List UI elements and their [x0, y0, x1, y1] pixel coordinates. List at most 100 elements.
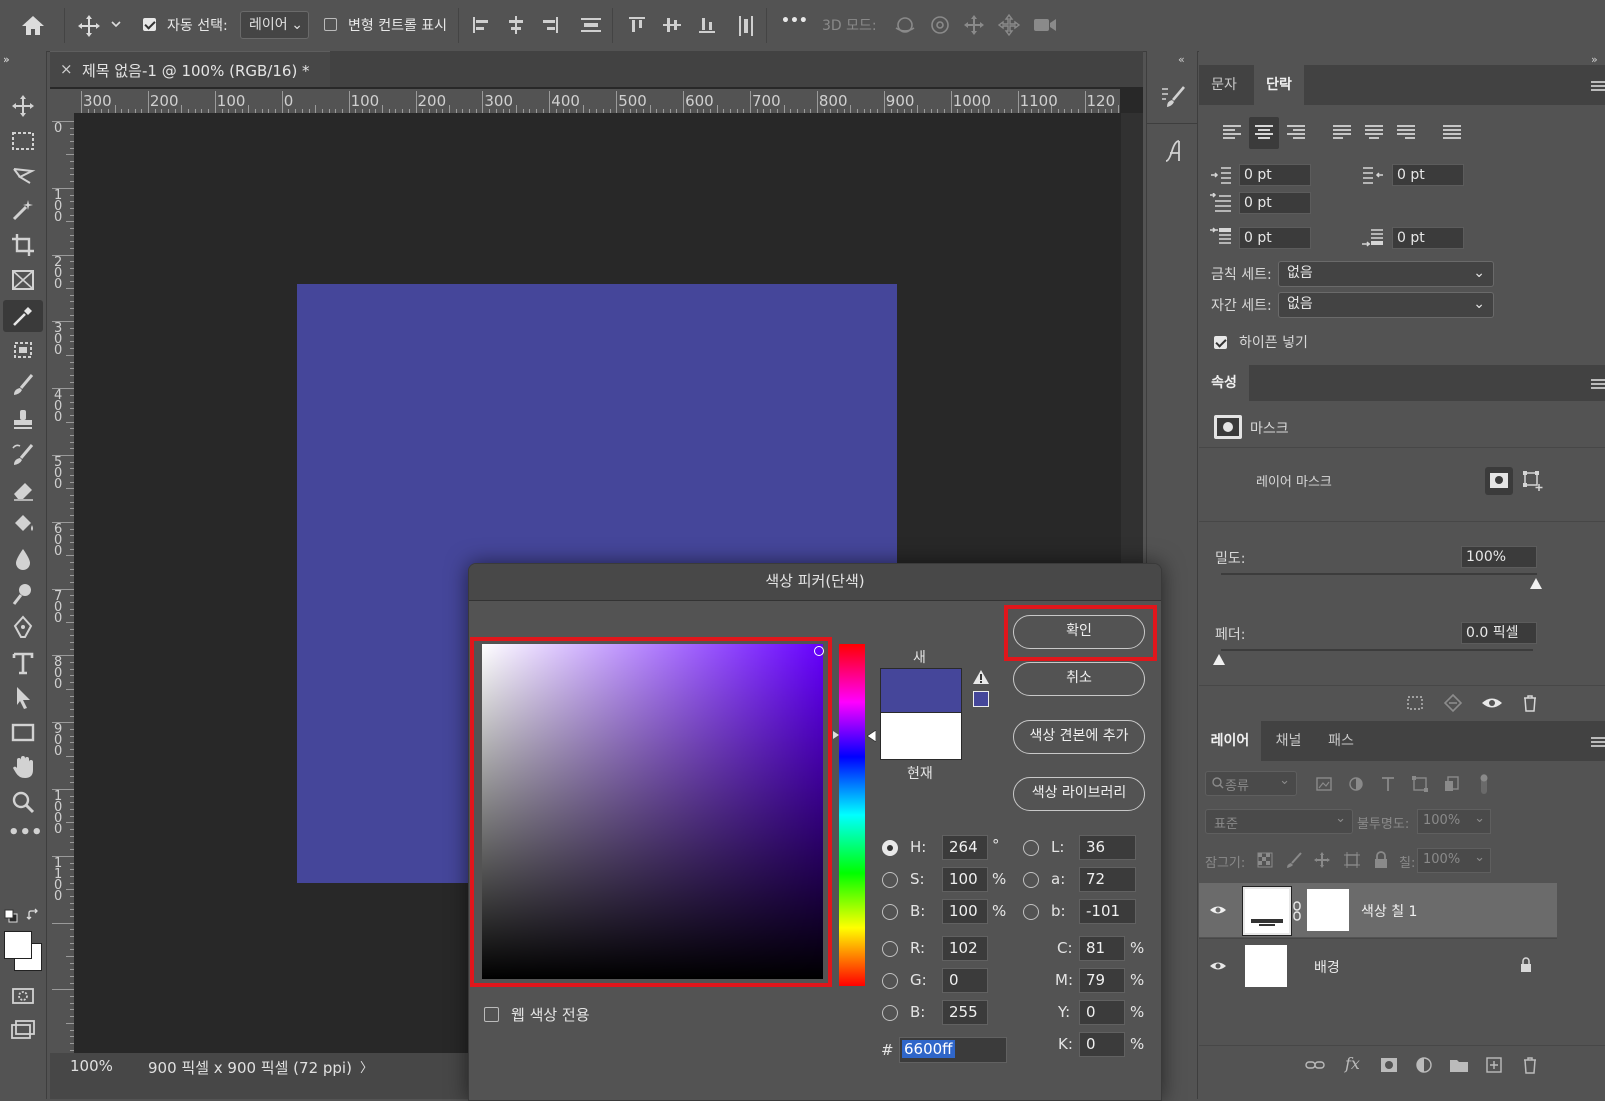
pen-icon[interactable] [8, 613, 38, 643]
quick-mask-icon[interactable] [8, 981, 38, 1011]
align-left-icon[interactable] [471, 15, 491, 35]
marquee-icon[interactable] [8, 126, 38, 156]
brush-icon[interactable] [8, 370, 38, 400]
hue-radio[interactable] [882, 840, 898, 856]
indent-first-line-field[interactable]: 0 pt [1239, 192, 1311, 214]
paint-bucket-icon[interactable] [8, 509, 38, 539]
color-libraries-button[interactable]: 색상 라이브러리 [1013, 777, 1145, 811]
hue-slider-right-arrow[interactable] [867, 730, 876, 742]
filter-shape-icon[interactable] [1411, 775, 1429, 793]
patch-icon[interactable] [8, 335, 38, 365]
red-radio[interactable] [882, 941, 898, 957]
filter-toggle-icon[interactable] [1479, 773, 1489, 795]
eye-icon[interactable] [1209, 958, 1227, 974]
fill-layer-thumbnail[interactable] [1243, 887, 1291, 935]
distribute-v-icon[interactable] [580, 15, 602, 35]
3d-camera-icon[interactable] [1032, 15, 1058, 35]
brightness-field[interactable]: 100 [942, 899, 988, 924]
more-options-button[interactable]: ••• [781, 13, 808, 29]
brightness-radio[interactable] [882, 904, 898, 920]
eye-icon[interactable] [1209, 902, 1227, 918]
filter-pixel-icon[interactable] [1315, 775, 1333, 793]
hex-field[interactable]: 6600ff [899, 1037, 1007, 1063]
density-slider-track[interactable] [1221, 573, 1537, 575]
3d-roll-icon[interactable] [929, 14, 951, 36]
new-adjustment-icon[interactable] [1415, 1056, 1433, 1074]
rectangle-icon[interactable] [8, 717, 38, 747]
move-icon[interactable] [8, 91, 38, 121]
ok-button[interactable]: 확인 [1013, 615, 1145, 649]
blue-field[interactable]: 255 [942, 1000, 988, 1025]
density-field[interactable]: 100% [1461, 546, 1537, 568]
add-to-swatches-button[interactable]: 색상 견본에 추가 [1013, 720, 1145, 754]
zoom-level[interactable]: 100% [70, 1057, 113, 1075]
frame-icon[interactable] [8, 265, 38, 295]
3d-slide-icon[interactable] [998, 14, 1020, 36]
layer-name[interactable]: 색상 칠 1 [1361, 901, 1417, 921]
document-tab[interactable]: × 제목 없음-1 @ 100% (RGB/16) * [50, 51, 330, 88]
green-radio[interactable] [882, 973, 898, 989]
align-text-left-icon[interactable] [1219, 121, 1245, 145]
feather-field[interactable]: 0.0 픽셀 [1461, 622, 1537, 644]
magic-wand-icon[interactable] [8, 195, 38, 225]
lab-l-radio[interactable] [1023, 840, 1039, 856]
color-field[interactable] [482, 644, 824, 979]
density-slider-thumb[interactable] [1529, 577, 1543, 590]
fill-field[interactable]: 100% ⌄ [1417, 848, 1491, 873]
lock-position-icon[interactable] [1313, 851, 1331, 869]
dodge-icon[interactable] [8, 579, 38, 609]
out-of-gamut-warning-icon[interactable] [972, 669, 990, 685]
align-top-icon[interactable] [627, 15, 647, 35]
stamp-icon[interactable] [8, 405, 38, 435]
saturation-field[interactable]: 100 [942, 867, 988, 892]
tab-paths[interactable]: 패스 [1316, 721, 1366, 761]
layer-mask-thumbnail[interactable] [1307, 889, 1349, 931]
delete-layer-icon[interactable] [1521, 1055, 1539, 1075]
lab-b-radio[interactable] [1023, 904, 1039, 920]
blur-icon[interactable] [8, 544, 38, 574]
chain-link-icon[interactable] [1292, 901, 1302, 921]
add-vector-mask-icon[interactable] [1522, 470, 1544, 492]
tab-properties[interactable]: 속성 [1199, 365, 1249, 401]
collapse-right-icon[interactable]: « [1178, 53, 1185, 66]
align-text-right-icon[interactable] [1283, 121, 1309, 145]
web-colors-checkbox[interactable] [484, 1007, 499, 1022]
justify-all-icon[interactable] [1439, 121, 1465, 145]
layer-name[interactable]: 배경 [1314, 957, 1340, 977]
justify-last-center-icon[interactable] [1361, 121, 1387, 145]
auto-select-target-dropdown[interactable]: 레이어 ⌄ [240, 11, 309, 39]
layer-row[interactable]: 배경 [1199, 938, 1557, 993]
chevron-down-icon[interactable] [110, 18, 122, 30]
indent-left-field[interactable]: 0 pt [1239, 164, 1311, 186]
close-tab-icon[interactable]: × [60, 60, 73, 78]
new-layer-icon[interactable] [1485, 1056, 1503, 1074]
yellow-field[interactable]: 0 [1079, 1000, 1125, 1025]
status-arrow-icon[interactable]: 〉 [360, 1057, 373, 1076]
cancel-button[interactable]: 취소 [1013, 662, 1145, 696]
3d-orbit-icon[interactable] [893, 14, 917, 36]
panel-menu-icon[interactable] [1591, 379, 1605, 389]
lasso-icon[interactable] [8, 161, 38, 191]
align-text-center-icon[interactable] [1251, 121, 1277, 145]
collapse-left-icon[interactable]: » [3, 53, 10, 66]
fx-icon[interactable]: fx [1345, 1054, 1360, 1073]
transform-controls-checkbox[interactable] [324, 18, 337, 31]
align-middle-v-icon[interactable] [662, 15, 682, 35]
opacity-field[interactable]: 100% ⌄ [1417, 809, 1491, 834]
add-mask-icon[interactable] [1379, 1056, 1399, 1074]
lock-pixels-icon[interactable] [1285, 851, 1303, 869]
align-right-icon[interactable] [540, 15, 560, 35]
default-colors-icon[interactable] [4, 909, 18, 923]
type-icon[interactable] [8, 648, 38, 678]
auto-select-checkbox[interactable] [143, 18, 156, 31]
lab-l-field[interactable]: 36 [1079, 835, 1136, 860]
zoom-icon[interactable] [8, 787, 38, 817]
current-color-swatch[interactable] [880, 712, 962, 760]
mojikumi-dropdown[interactable]: 없음 ⌄ [1278, 292, 1494, 318]
panel-menu-icon[interactable] [1591, 737, 1605, 747]
trash-icon[interactable] [1520, 693, 1540, 713]
red-field[interactable]: 102 [942, 936, 988, 961]
lab-b-field[interactable]: -101 [1079, 899, 1136, 924]
hue-slider[interactable] [839, 644, 865, 986]
gamut-color-swatch[interactable] [973, 691, 989, 707]
